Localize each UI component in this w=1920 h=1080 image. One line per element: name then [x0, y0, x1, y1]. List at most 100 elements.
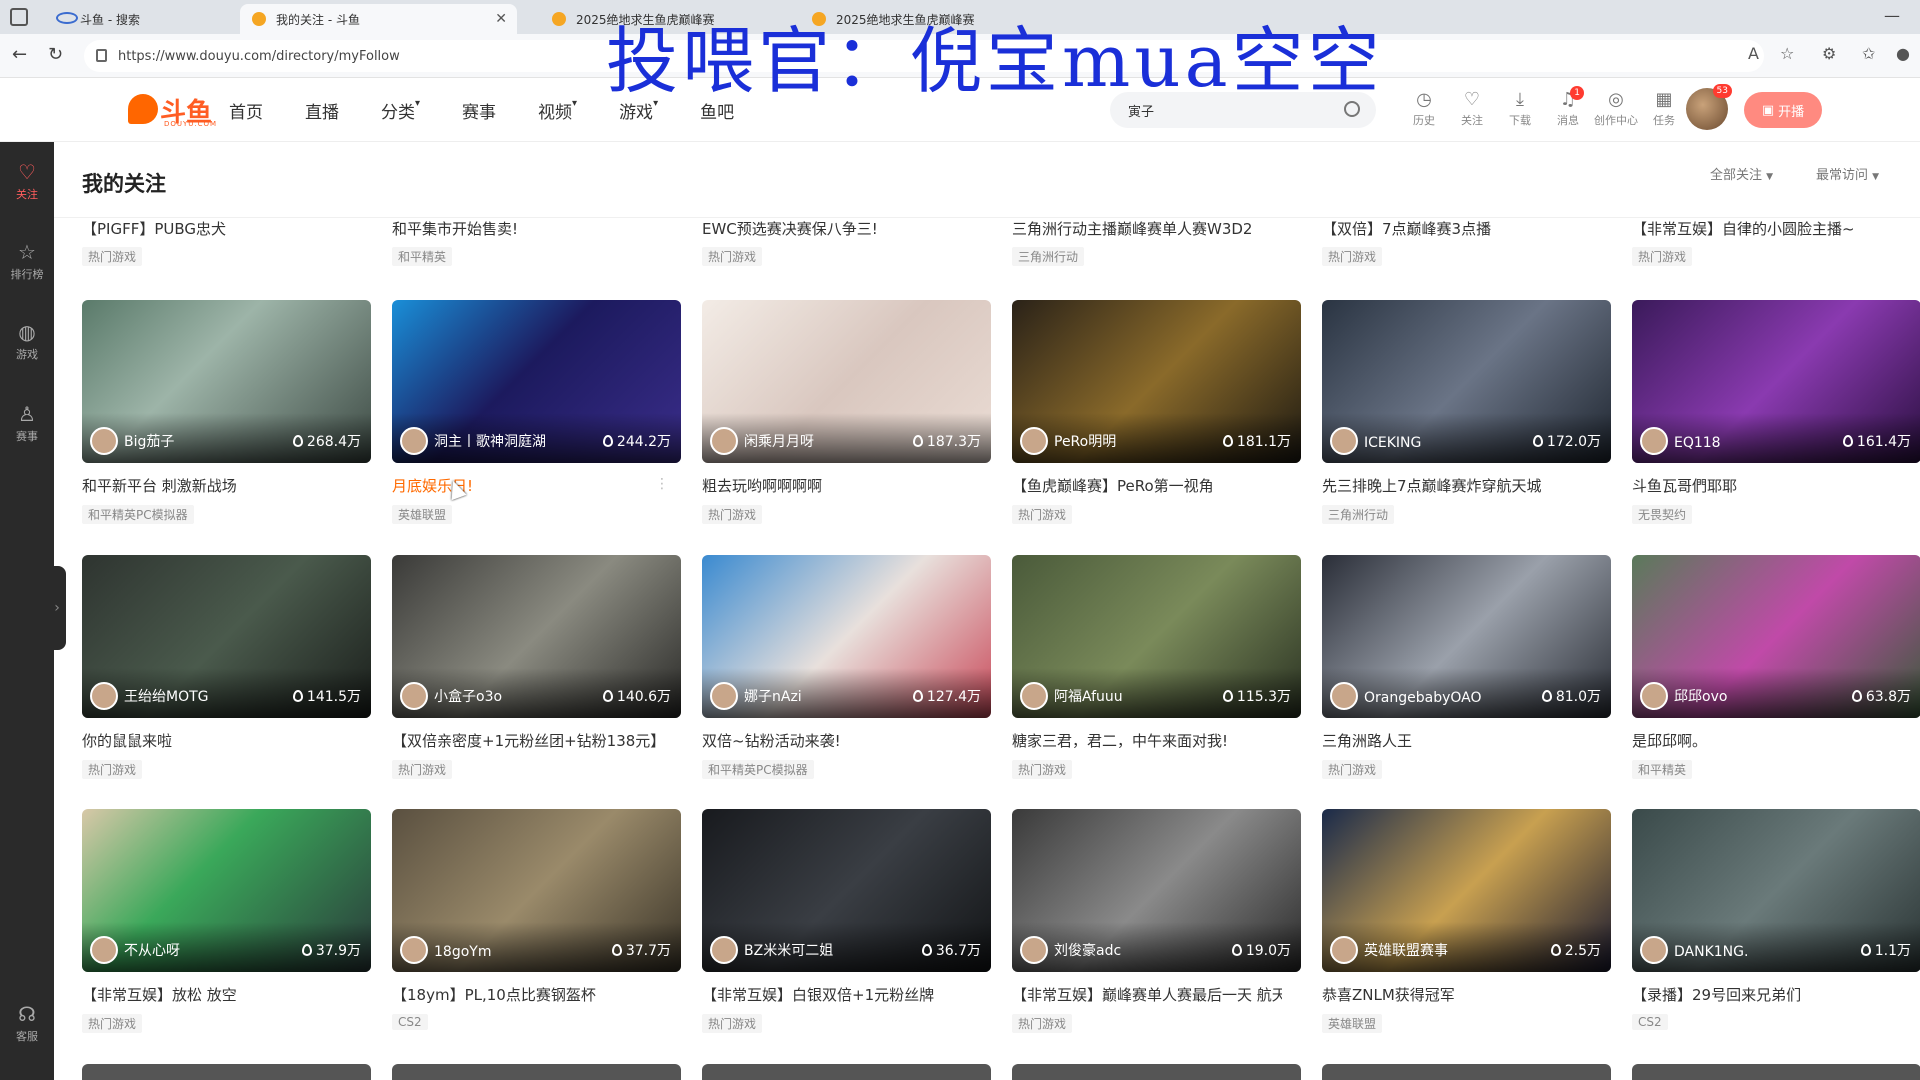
- card-title[interactable]: 【双倍亲密度+1元粉丝团+钻粉138元】: [392, 730, 662, 751]
- category-tag[interactable]: 三角洲行动: [1012, 247, 1085, 266]
- stream-card[interactable]: BZ米米可二姐 36.7万 【非常互娱】白银双倍+1元粉丝牌 热门游戏: [702, 809, 991, 1063]
- card-title[interactable]: 三角洲行动主播巅峰赛单人赛W3D2: [1012, 218, 1302, 239]
- extensions-icon[interactable]: ⚙: [1822, 44, 1836, 63]
- card-title[interactable]: 【鱼虎巅峰赛】PeRo第一视角: [1012, 475, 1282, 496]
- back-icon[interactable]: ←: [12, 44, 27, 65]
- card-title[interactable]: 双倍~钻粉活动来袭!: [702, 730, 972, 751]
- more-options-icon[interactable]: ⋮: [655, 476, 669, 492]
- sidebar-item-4[interactable]: ☊ 客服: [0, 1002, 54, 1044]
- category-tag[interactable]: CS2: [1632, 1014, 1668, 1030]
- category-tag[interactable]: 热门游戏: [82, 1014, 143, 1033]
- stream-card[interactable]: PeRo明明 181.1万【鱼虎巅峰赛】PeRo第一视角 热门游戏: [1012, 300, 1301, 554]
- stream-thumbnail[interactable]: 小盒子o3o 140.6万: [392, 555, 681, 718]
- category-tag[interactable]: 热门游戏: [1322, 760, 1383, 779]
- card-title[interactable]: 【18ym】PL,10点比赛钢盔杯: [392, 984, 662, 1005]
- card-title[interactable]: 先三排晚上7点巅峰赛炸穿航天城: [1322, 475, 1592, 496]
- partial-thumbnail[interactable]: [1012, 1064, 1301, 1080]
- card-title[interactable]: 【录播】29号回来兄弟们: [1632, 984, 1902, 1005]
- stream-card[interactable]: 不从心呀 37.9万【非常互娱】放松 放空 热门游戏: [82, 809, 371, 1063]
- card-title[interactable]: 【PIGFF】PUBG忠犬: [82, 218, 372, 239]
- partial-card[interactable]: 【非常互娱】自律的小圆脸主播~ 热门游戏: [1632, 218, 1920, 266]
- card-title[interactable]: 糖家三君，君二，中午来面对我!: [1012, 730, 1282, 751]
- minimize-icon[interactable]: —: [1884, 6, 1900, 25]
- category-tag[interactable]: 热门游戏: [702, 505, 763, 524]
- category-tag[interactable]: 英雄联盟: [1322, 1014, 1383, 1033]
- stream-card[interactable]: 洞主丨歌神洞庭湖 244.2万 月底娱乐日! ⋮ 英雄联盟: [392, 300, 681, 554]
- card-title[interactable]: 【非常互娱】自律的小圆脸主播~: [1632, 218, 1920, 239]
- category-tag[interactable]: 三角洲行动: [1322, 505, 1395, 524]
- stream-card[interactable]: 刘俊豪adc 19.0万【非常互娱】巅峰赛单人赛最后一天 航天! 热门游戏: [1012, 809, 1301, 1063]
- stream-thumbnail[interactable]: 不从心呀 37.9万: [82, 809, 371, 972]
- stream-card[interactable]: 18goYm 37.7万【18ym】PL,10点比赛钢盔杯 CS2: [392, 809, 681, 1063]
- category-tag[interactable]: 热门游戏: [82, 760, 143, 779]
- stream-card[interactable]: DANK1NG. 1.1万【录播】29号回来兄弟们 CS2: [1632, 809, 1920, 1063]
- stream-thumbnail[interactable]: 王绐绐MOTG 141.5万: [82, 555, 371, 718]
- partial-thumbnail[interactable]: [702, 1064, 991, 1080]
- stream-card[interactable]: Big茄子 268.4万和平新平台 刺激新战场 和平精英PC模拟器: [82, 300, 371, 554]
- filter-all-dropdown[interactable]: 全部关注 ▼: [1710, 164, 1773, 183]
- partial-card[interactable]: 【PIGFF】PUBG忠犬 热门游戏: [82, 218, 372, 266]
- partial-card[interactable]: 三角洲行动主播巅峰赛单人赛W3D2 三角洲行动: [1012, 218, 1302, 266]
- partial-card[interactable]: 【双倍】7点巅峰赛3点播 热门游戏: [1322, 218, 1612, 266]
- category-tag[interactable]: 热门游戏: [702, 1014, 763, 1033]
- nav-item-0[interactable]: 首页: [229, 98, 263, 123]
- category-tag[interactable]: 和平精英: [1632, 760, 1693, 779]
- nav-item-1[interactable]: 直播: [305, 98, 339, 123]
- header-tool-2[interactable]: ⤓ 下载: [1496, 88, 1544, 128]
- stream-card[interactable]: EQ118 161.4万 斗鱼瓦哥們耶耶 无畏契约: [1632, 300, 1920, 554]
- browser-tab-myfollow[interactable]: 我的关注 - 斗鱼 ✕: [240, 4, 517, 34]
- category-tag[interactable]: 和平精英: [392, 247, 453, 266]
- category-tag[interactable]: 热门游戏: [392, 760, 453, 779]
- stream-thumbnail[interactable]: EQ118 161.4万: [1632, 300, 1920, 463]
- category-tag[interactable]: 热门游戏: [1012, 760, 1073, 779]
- nav-item-4[interactable]: 视频▾: [538, 98, 577, 123]
- category-tag[interactable]: 热门游戏: [1012, 1014, 1073, 1033]
- stream-card[interactable]: OrangebabyOAO 81.0万 三角洲路人王 热门游戏: [1322, 555, 1611, 809]
- category-tag[interactable]: 和平精英PC模拟器: [82, 505, 194, 524]
- stream-thumbnail[interactable]: PeRo明明 181.1万: [1012, 300, 1301, 463]
- stream-thumbnail[interactable]: 刘俊豪adc 19.0万: [1012, 809, 1301, 972]
- stream-card[interactable]: 王绐绐MOTG 141.5万你的鼠鼠来啦 热门游戏: [82, 555, 371, 809]
- category-tag[interactable]: 热门游戏: [702, 247, 763, 266]
- reload-icon[interactable]: ↻: [48, 44, 63, 65]
- card-title[interactable]: 恭喜ZNLM获得冠军: [1322, 984, 1592, 1005]
- stream-thumbnail[interactable]: 阿福Afuuu 115.3万: [1012, 555, 1301, 718]
- card-title[interactable]: 和平新平台 刺激新战场: [82, 475, 352, 496]
- partial-thumbnail[interactable]: [392, 1064, 681, 1080]
- category-tag[interactable]: 热门游戏: [1632, 247, 1693, 266]
- stream-card[interactable]: 英雄联盟赛事 2.5万 恭喜ZNLM获得冠军 英雄联盟: [1322, 809, 1611, 1063]
- category-tag[interactable]: 英雄联盟: [392, 505, 453, 524]
- card-title[interactable]: 和平集市开始售卖!: [392, 218, 682, 239]
- partial-card[interactable]: 和平集市开始售卖! 和平精英: [392, 218, 682, 266]
- tab-actions-icon[interactable]: [10, 8, 28, 26]
- star-icon[interactable]: ☆: [1780, 44, 1794, 63]
- header-tool-4[interactable]: ◎ 创作中心: [1592, 88, 1640, 128]
- card-title[interactable]: 是邱邱啊。: [1632, 730, 1902, 751]
- card-title[interactable]: 【非常互娱】白银双倍+1元粉丝牌: [702, 984, 972, 1005]
- partial-thumbnail[interactable]: [1322, 1064, 1611, 1080]
- nav-item-3[interactable]: 赛事: [462, 98, 496, 123]
- stream-thumbnail[interactable]: 18goYm 37.7万: [392, 809, 681, 972]
- stream-card[interactable]: 阿福Afuuu 115.3万糖家三君，君二，中午来面对我! 热门游戏: [1012, 555, 1301, 809]
- sidebar-expand-button[interactable]: ›: [48, 566, 66, 650]
- card-title[interactable]: 【非常互娱】巅峰赛单人赛最后一天 航天!: [1012, 984, 1282, 1005]
- category-tag[interactable]: 和平精英PC模拟器: [702, 760, 814, 779]
- category-tag[interactable]: 无畏契约: [1632, 505, 1693, 524]
- category-tag[interactable]: CS2: [392, 1014, 428, 1030]
- card-title[interactable]: 【非常互娱】放松 放空: [82, 984, 352, 1005]
- douyu-logo[interactable]: 斗鱼 DOUYU.COM: [128, 92, 216, 128]
- sort-dropdown[interactable]: 最常访问 ▼: [1816, 164, 1879, 183]
- stream-thumbnail[interactable]: 娜子nAzi 127.4万: [702, 555, 991, 718]
- stream-card[interactable]: ICEKING 172.0万先三排晚上7点巅峰赛炸穿航天城 三角洲行动: [1322, 300, 1611, 554]
- stream-thumbnail[interactable]: Big茄子 268.4万: [82, 300, 371, 463]
- stream-thumbnail[interactable]: ICEKING 172.0万: [1322, 300, 1611, 463]
- stream-thumbnail[interactable]: DANK1NG. 1.1万: [1632, 809, 1920, 972]
- close-icon[interactable]: ✕: [495, 11, 507, 27]
- card-title[interactable]: 你的鼠鼠来啦: [82, 730, 352, 751]
- header-tool-1[interactable]: ♡ 关注: [1448, 88, 1496, 128]
- category-tag[interactable]: 热门游戏: [1322, 247, 1383, 266]
- stream-thumbnail[interactable]: 洞主丨歌神洞庭湖 244.2万: [392, 300, 681, 463]
- stream-card[interactable]: 闲乘月月呀 187.3万 粗去玩哟啊啊啊啊 热门游戏: [702, 300, 991, 554]
- partial-card[interactable]: EWC预选赛决赛保八争三! 热门游戏: [702, 218, 992, 266]
- category-tag[interactable]: 热门游戏: [1012, 505, 1073, 524]
